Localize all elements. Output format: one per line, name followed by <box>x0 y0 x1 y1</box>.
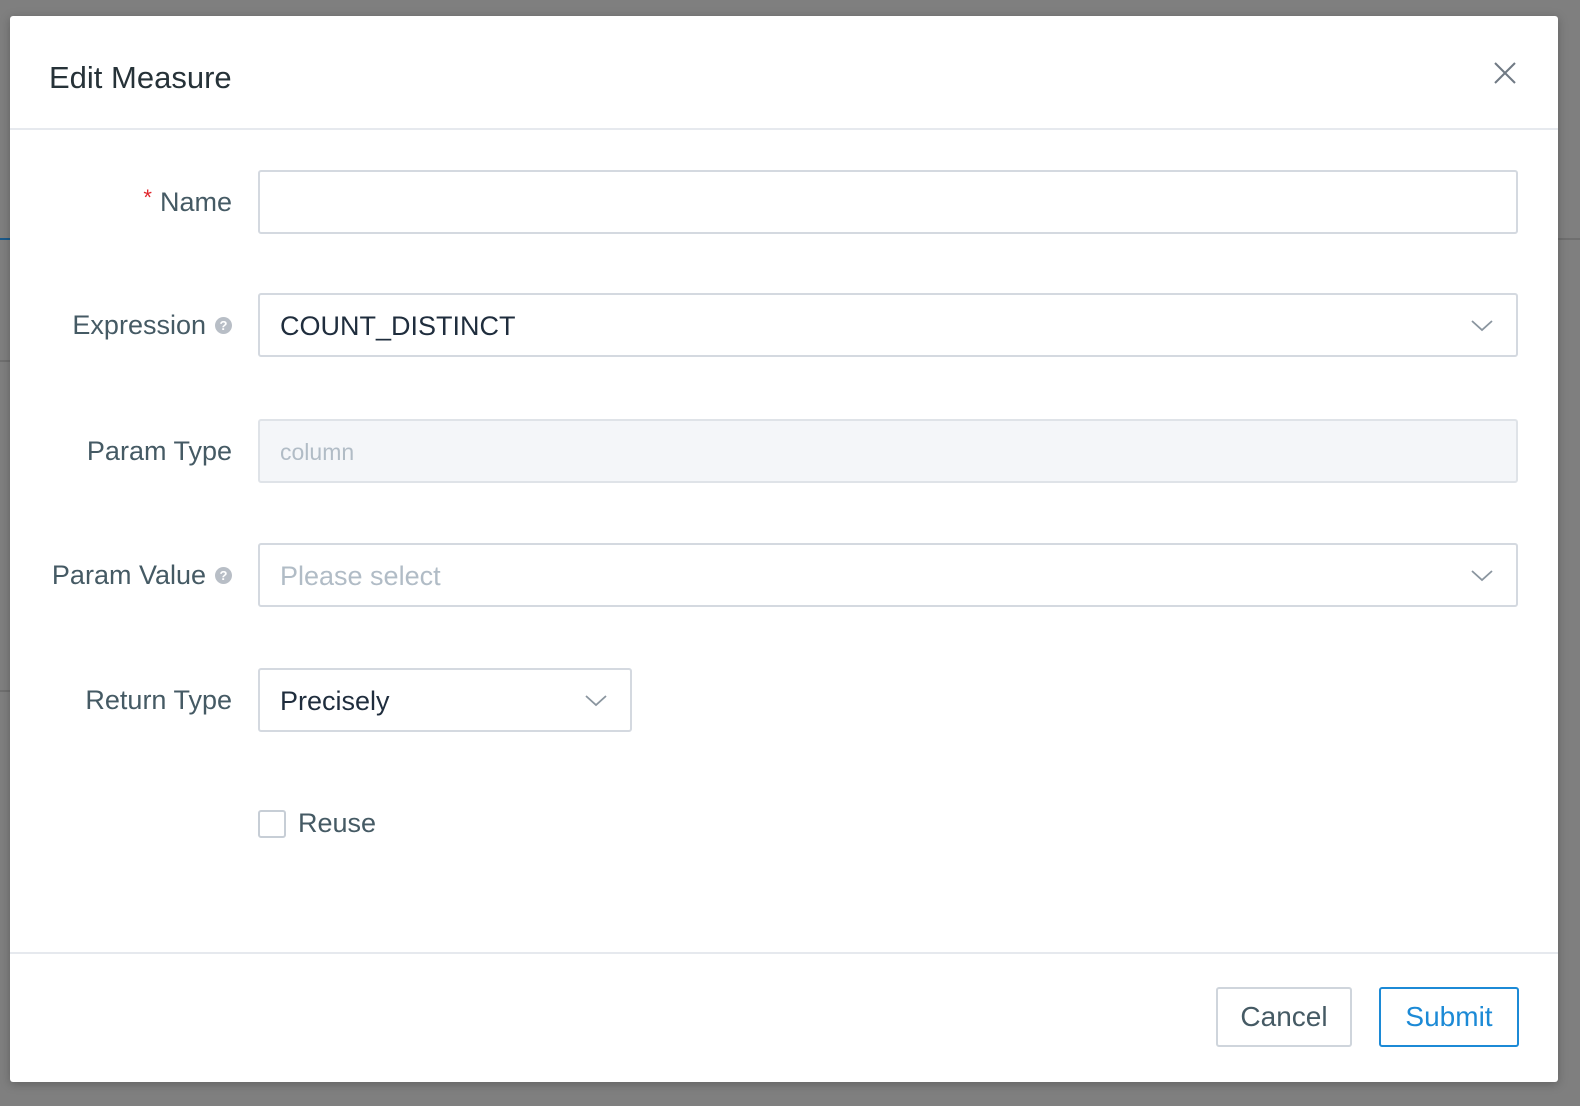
modal-title: Edit Measure <box>49 60 232 95</box>
form-row-param-type: Param Type column <box>10 419 1558 483</box>
return-type-value: Precisely <box>280 686 390 716</box>
question-circle-icon[interactable]: ? <box>215 566 232 584</box>
param-value-placeholder: Please select <box>280 561 441 591</box>
return-type-select[interactable]: Precisely <box>258 668 632 732</box>
name-input[interactable] <box>258 170 1518 234</box>
modal-header: Edit Measure <box>10 16 1558 130</box>
cancel-button[interactable]: Cancel <box>1216 987 1352 1047</box>
return-type-label: Return Type <box>85 684 232 715</box>
chevron-down-icon <box>585 695 607 707</box>
expression-select-value: COUNT_DISTINCT <box>280 311 516 341</box>
form-row-param-value: Param Value ? Please select <box>10 543 1558 607</box>
edit-measure-modal: Edit Measure * Name Expression ? COUNT_D… <box>10 16 1558 1082</box>
background-divider <box>0 690 10 692</box>
background-divider <box>0 360 10 362</box>
form-row-return-type: Return Type Precisely <box>10 668 1558 732</box>
param-value-label: Param Value ? <box>52 543 232 607</box>
close-icon[interactable] <box>1492 60 1518 86</box>
background-divider <box>1558 238 1580 240</box>
param-type-label: Param Type <box>86 435 232 466</box>
param-value-label-text: Param Value <box>51 559 206 590</box>
reuse-checkbox-row[interactable]: Reuse <box>258 808 376 839</box>
required-mark: * <box>143 185 152 210</box>
expression-label-text: Expression <box>72 309 206 340</box>
expression-select[interactable]: COUNT_DISTINCT <box>258 293 1518 357</box>
chevron-down-icon <box>1471 570 1493 582</box>
form-row-name: * Name <box>10 170 1558 234</box>
name-label: * Name <box>143 170 232 234</box>
param-value-select[interactable]: Please select <box>258 543 1518 607</box>
param-type-value: column <box>280 439 355 465</box>
submit-button[interactable]: Submit <box>1379 987 1519 1047</box>
name-label-text: Name <box>159 186 232 217</box>
param-type-input: column <box>258 419 1518 483</box>
modal-footer: Cancel Submit <box>10 952 1558 1084</box>
expression-label: Expression ? <box>72 293 232 357</box>
background-divider <box>0 238 10 240</box>
question-circle-icon[interactable]: ? <box>215 316 232 334</box>
reuse-label[interactable]: Reuse <box>298 808 376 839</box>
form-row-expression: Expression ? COUNT_DISTINCT <box>10 293 1558 357</box>
chevron-down-icon <box>1471 320 1493 332</box>
reuse-checkbox[interactable] <box>258 809 286 838</box>
